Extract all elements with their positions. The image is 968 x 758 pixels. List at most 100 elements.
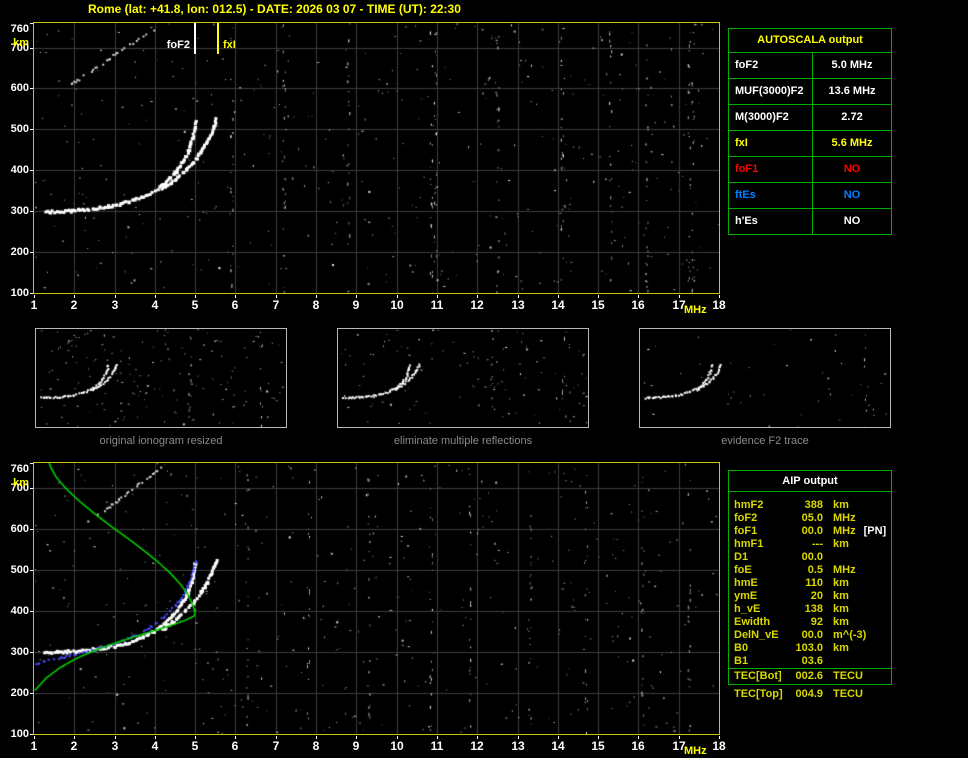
thumbnail-caption-evidence: evidence F2 trace bbox=[721, 435, 809, 447]
y-tick-mark bbox=[30, 652, 33, 653]
parameter-unit: km bbox=[833, 577, 849, 589]
x-tick-mark bbox=[115, 736, 116, 739]
y-tick-mark bbox=[30, 611, 33, 612]
x-tick-mark bbox=[638, 736, 639, 739]
thumbnail-f2-trace-canvas bbox=[640, 329, 890, 427]
x-tick-label: 14 bbox=[551, 739, 565, 753]
autoscala-row: h'Es NO bbox=[729, 208, 891, 234]
parameter-value: 92 bbox=[810, 616, 823, 628]
thumbnail-no-multiple-reflections bbox=[337, 328, 589, 428]
parameter-name: B0 bbox=[734, 642, 749, 654]
tec-bottom-row: TEC[Bot] 002.6 TECU bbox=[729, 668, 891, 684]
y-tick-mark bbox=[30, 693, 33, 694]
y-tick-label: 200 bbox=[10, 246, 29, 258]
x-tick-label: 6 bbox=[231, 739, 239, 753]
y-tick-mark bbox=[30, 211, 33, 212]
x-tick-label: 4 bbox=[151, 739, 159, 753]
parameter-value: 0.5 bbox=[807, 564, 823, 576]
parameter-value: 00.0 bbox=[801, 525, 823, 537]
parameter-unit: km bbox=[833, 642, 849, 654]
parameter-name: foF1 bbox=[734, 525, 758, 537]
marker-line-foF2 bbox=[194, 23, 196, 54]
x-tick-mark bbox=[34, 736, 35, 739]
x-tick-label: 9 bbox=[352, 298, 360, 312]
x-tick-label: 11 bbox=[430, 298, 444, 312]
parameter-value: 2.72 bbox=[841, 111, 863, 123]
x-axis-unit-label: MHz bbox=[684, 304, 707, 316]
x-tick-label: 16 bbox=[631, 298, 645, 312]
y-tick-mark bbox=[30, 488, 33, 489]
x-tick-mark bbox=[356, 295, 357, 298]
x-tick-mark bbox=[276, 295, 277, 298]
parameter-unit: MHz bbox=[833, 564, 856, 576]
parameter-value: 20 bbox=[810, 590, 823, 602]
x-tick-label: 18 bbox=[712, 298, 726, 312]
aip-row: B1 03.6 bbox=[729, 655, 891, 668]
parameter-value: --- bbox=[812, 538, 823, 550]
x-tick-label: 12 bbox=[470, 298, 484, 312]
x-tick-mark bbox=[397, 736, 398, 739]
x-tick-mark bbox=[34, 295, 35, 298]
autoscala-row: ftEs NO bbox=[729, 182, 891, 208]
aip-row: hmF2 388 km bbox=[729, 499, 891, 512]
parameter-name: M(3000)F2 bbox=[729, 105, 813, 130]
y-tick-mark bbox=[30, 23, 33, 24]
parameter-value: 00.0 bbox=[801, 551, 823, 563]
thumbnail-caption-original: original ionogram resized bbox=[99, 435, 223, 447]
parameter-unit: m^(-3) bbox=[833, 629, 867, 641]
y-tick-mark bbox=[30, 252, 33, 253]
autoscala-row: MUF(3000)F2 13.6 MHz bbox=[729, 78, 891, 104]
y-tick-mark bbox=[30, 48, 33, 49]
parameter-unit: km bbox=[833, 538, 849, 550]
marker-label-foF2: foF2 bbox=[166, 39, 190, 51]
x-tick-label: 1 bbox=[30, 298, 38, 312]
x-tick-label: 16 bbox=[631, 739, 645, 753]
parameter-unit bbox=[823, 551, 833, 564]
parameter-name: MUF(3000)F2 bbox=[729, 79, 813, 104]
parameter-value: 5.6 MHz bbox=[831, 137, 873, 149]
parameter-name: foF2 bbox=[729, 53, 813, 78]
y-tick-mark bbox=[30, 293, 33, 294]
parameter-name: hmE bbox=[734, 577, 758, 589]
parameter-name: hmF1 bbox=[734, 538, 764, 550]
parameter-value: 103.0 bbox=[795, 642, 823, 654]
parameter-unit: MHz bbox=[833, 512, 856, 524]
y-tick-label: 500 bbox=[10, 123, 29, 135]
parameter-name: h_vE bbox=[734, 603, 761, 615]
parameter-name: foE bbox=[734, 564, 752, 576]
x-tick-label: 2 bbox=[70, 298, 78, 312]
parameter-name: hmF2 bbox=[734, 499, 764, 511]
aip-row: h_vE 138 km bbox=[729, 603, 891, 616]
parameter-name: h'Es bbox=[729, 209, 813, 234]
x-tick-mark bbox=[719, 295, 720, 298]
parameter-name: B1 bbox=[734, 655, 749, 667]
parameter-name: TEC[Bot] bbox=[734, 670, 782, 682]
parameter-unit bbox=[823, 655, 833, 668]
parameter-name: Ewidth bbox=[734, 616, 771, 628]
y-tick-mark bbox=[30, 129, 33, 130]
parameter-value: 13.6 MHz bbox=[828, 85, 876, 97]
aip-row: foF1 00.0 MHz [PN] bbox=[729, 525, 891, 538]
thumbnail-no-multiples-canvas bbox=[338, 329, 588, 427]
x-tick-label: 1 bbox=[30, 739, 38, 753]
parameter-value: 03.6 bbox=[801, 655, 823, 667]
x-tick-label: 8 bbox=[312, 298, 320, 312]
y-tick-mark bbox=[30, 463, 33, 464]
parameter-value: 004.9 bbox=[795, 688, 823, 700]
marker-line-fxI bbox=[217, 23, 219, 54]
y-tick-mark bbox=[30, 734, 33, 735]
x-tick-label: 12 bbox=[470, 739, 484, 753]
parameter-unit: TECU bbox=[833, 688, 863, 700]
y-tick-mark bbox=[30, 88, 33, 89]
x-tick-label: 13 bbox=[511, 739, 525, 753]
parameter-value: NO bbox=[843, 163, 861, 175]
x-tick-mark bbox=[518, 295, 519, 298]
x-tick-label: 5 bbox=[191, 298, 199, 312]
y-tick-label: 200 bbox=[10, 687, 29, 699]
x-tick-mark bbox=[638, 295, 639, 298]
parameter-unit: km bbox=[833, 603, 849, 615]
x-tick-mark bbox=[558, 295, 559, 298]
parameter-note: [PN] bbox=[863, 525, 887, 537]
aip-row: D1 00.0 bbox=[729, 551, 891, 564]
x-axis-unit-label: MHz bbox=[684, 745, 707, 757]
